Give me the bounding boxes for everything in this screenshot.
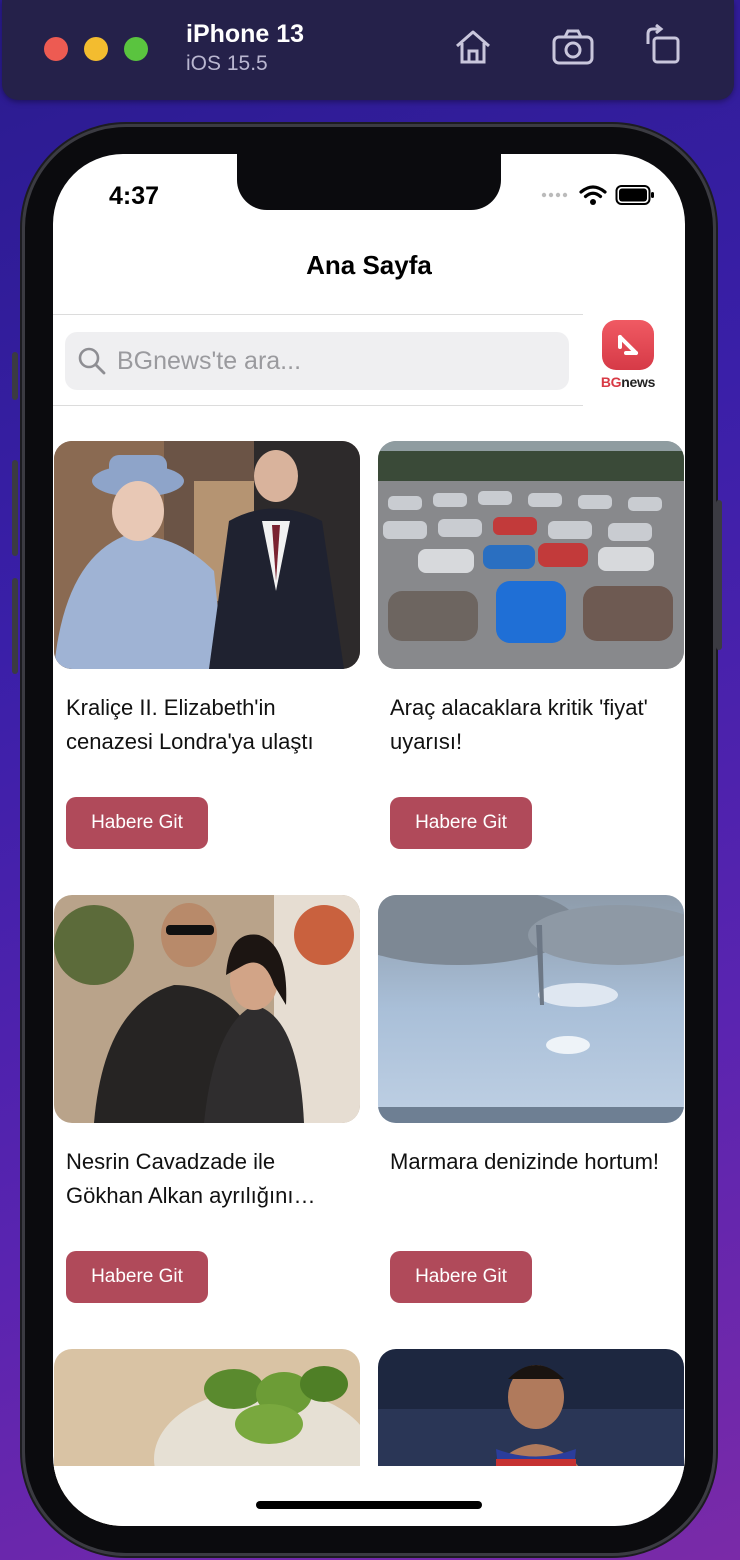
news-title[interactable]: Nesrin Cavadzade ile Gökhan Alkan ayrılı… (66, 1145, 356, 1213)
battery-icon (615, 185, 654, 205)
device-name: iPhone 13 (186, 20, 305, 48)
rotate-icon[interactable] (640, 23, 686, 70)
zoom-window-button[interactable] (124, 37, 148, 61)
search-input[interactable] (117, 346, 537, 376)
news-icon (602, 320, 654, 370)
couple-hug-photo[interactable] (54, 895, 360, 1123)
status-icons (541, 184, 655, 206)
search-bar[interactable] (65, 332, 569, 390)
royal-couple-photo[interactable] (54, 441, 360, 669)
mute-switch (12, 352, 18, 400)
bottom-safe-area (53, 1466, 685, 1526)
news-title[interactable]: Kraliçe II. Elizabeth'in cenazesi Londra… (66, 691, 356, 759)
go-to-news-button[interactable]: Habere Git (66, 797, 208, 849)
minimize-window-button[interactable] (84, 37, 108, 61)
page-title: Ana Sayfa (306, 250, 432, 280)
home-indicator[interactable] (256, 1501, 482, 1509)
parked-cars-photo[interactable] (378, 441, 684, 669)
screenshot-icon[interactable] (550, 24, 596, 70)
news-card[interactable]: Kraliçe II. Elizabeth'in cenazesi Londra… (54, 441, 360, 849)
close-window-button[interactable] (44, 37, 68, 61)
go-to-news-button[interactable]: Habere Git (390, 797, 532, 849)
news-card[interactable]: Nesrin Cavadzade ile Gökhan Alkan ayrılı… (54, 895, 360, 1303)
volume-down-button (12, 578, 18, 674)
volume-up-button (12, 460, 18, 556)
brand-name: BGnews (600, 374, 656, 390)
divider-bottom (53, 405, 583, 406)
wifi-icon (579, 185, 607, 205)
status-time: 4:37 (109, 182, 160, 210)
waterspout-photo[interactable] (378, 895, 684, 1123)
os-version: iOS 15.5 (186, 52, 268, 75)
go-to-news-button[interactable]: Habere Git (390, 1251, 532, 1303)
news-card[interactable]: Marmara denizinde hortum! Habere Git (378, 895, 684, 1303)
divider-top (53, 314, 583, 315)
power-button (716, 500, 722, 650)
app-screen: 4:37 Ana Sayfa BGnews'te ara... BGnews K… (53, 154, 685, 1526)
simulator-title-bar: iPhone 13 iOS 15.5 (2, 0, 734, 100)
go-to-news-button[interactable]: Habere Git (66, 1251, 208, 1303)
news-title[interactable]: Marmara denizinde hortum! (390, 1145, 680, 1213)
signal-icon (541, 192, 568, 198)
home-icon[interactable] (450, 24, 496, 70)
search-icon (78, 347, 106, 375)
brand-logo[interactable]: BGnews (595, 320, 661, 390)
news-title[interactable]: Araç alacaklara kritik 'fiyat' uyarısı! (390, 691, 680, 759)
notch (237, 154, 501, 210)
news-card[interactable]: Araç alacaklara kritik 'fiyat' uyarısı! … (378, 441, 684, 849)
